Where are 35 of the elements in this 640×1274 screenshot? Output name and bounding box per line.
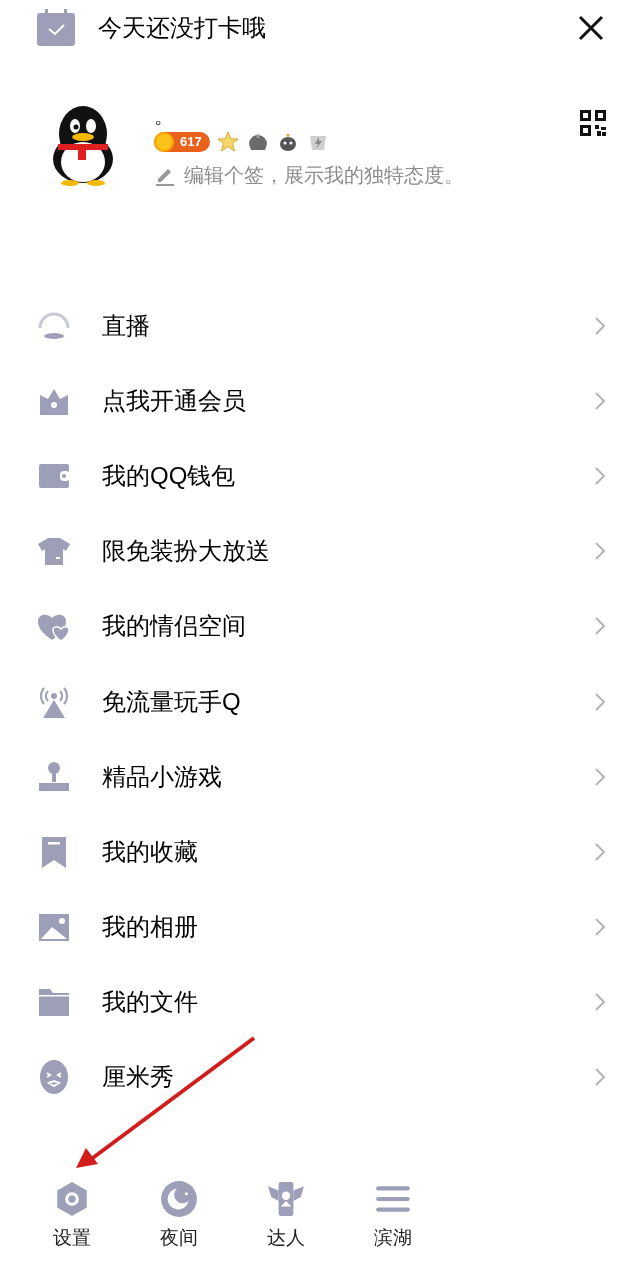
close-button[interactable] [576, 13, 606, 43]
star-icon [215, 130, 240, 154]
menu-item[interactable]: 点我开通会员 [0, 363, 640, 439]
bottom-bar-button[interactable]: 设置 [18, 1179, 125, 1252]
chevron-right-icon [594, 691, 606, 712]
chevron-right-icon [594, 841, 606, 862]
chevron-right-icon [594, 992, 606, 1013]
menu-item[interactable]: 我的收藏 [0, 814, 640, 890]
chevron-right-icon [594, 616, 606, 637]
bottom-bar-button[interactable]: 夜间 [125, 1179, 232, 1252]
chevron-right-icon [594, 541, 606, 562]
menu-item[interactable]: 免流量玩手Q [0, 663, 640, 740]
menu-item[interactable]: 限免装扮大放送 [0, 513, 640, 589]
coin-level-badge: 617 [154, 132, 210, 152]
calendar-check-icon [36, 9, 76, 47]
menu-item[interactable]: 我的相册 [0, 889, 640, 965]
nickname: 。 [154, 104, 175, 128]
check-in-reminder: 今天还没打卡哦 [98, 13, 266, 43]
chevron-right-icon [594, 390, 606, 411]
menu-item[interactable]: 精品小游戏 [0, 739, 640, 815]
bottom-bar-button[interactable]: 滨湖 [339, 1179, 446, 1252]
menu-item[interactable]: 我的情侣空间 [0, 588, 640, 664]
winged-badge-icon [266, 1179, 305, 1218]
chevron-right-icon [594, 766, 606, 787]
menu-item[interactable]: 我的文件 [0, 964, 640, 1040]
chevron-right-icon [594, 1067, 606, 1088]
menu-item[interactable]: 厘米秀 [0, 1039, 640, 1116]
moon-icon [159, 1179, 198, 1218]
bottom-bar-button[interactable]: 达人 [232, 1179, 339, 1252]
chevron-right-icon [594, 465, 606, 486]
chevron-right-icon [594, 917, 606, 938]
menu-item[interactable]: 我的QQ钱包 [0, 438, 640, 514]
qr-code-icon[interactable] [580, 110, 606, 136]
chevron-right-icon [594, 315, 606, 336]
menu-item[interactable]: 直播 [0, 288, 640, 364]
